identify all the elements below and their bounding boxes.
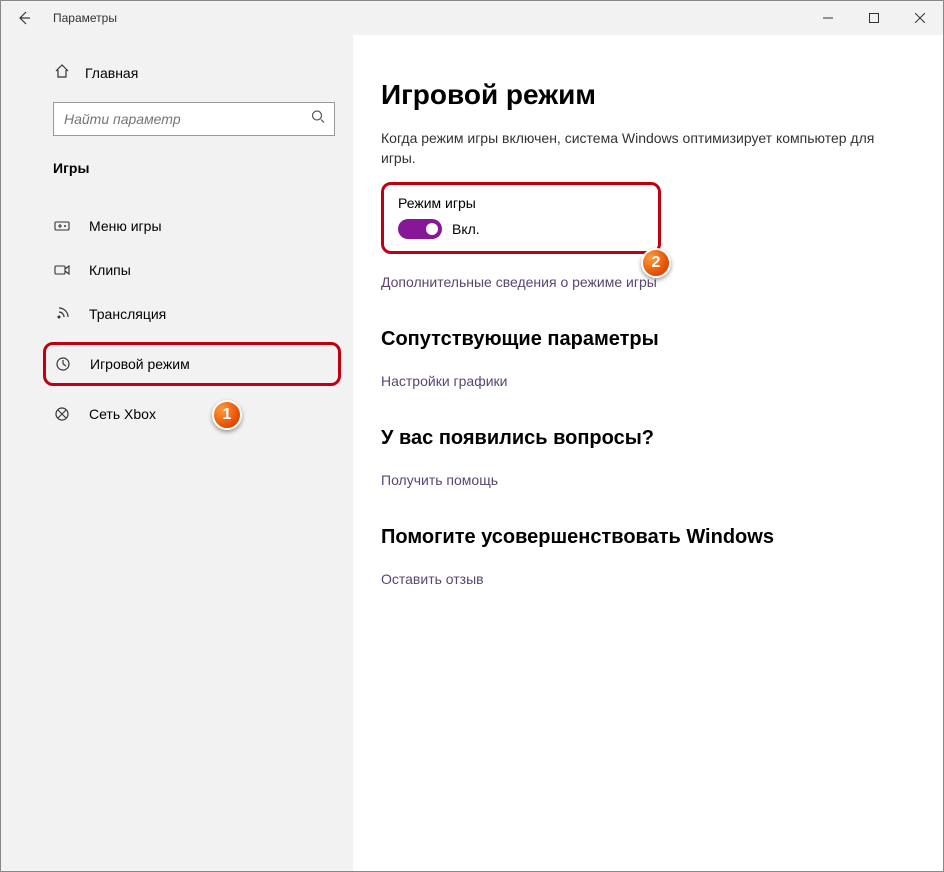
- sidebar-item-label: Трансляция: [89, 306, 166, 322]
- sidebar-item-label: Игровой режим: [90, 356, 190, 372]
- sidebar-item-captures[interactable]: Клипы: [1, 248, 353, 292]
- feedback-link[interactable]: Оставить отзыв: [381, 571, 484, 587]
- get-help-link[interactable]: Получить помощь: [381, 472, 498, 488]
- minimize-button[interactable]: [805, 1, 851, 35]
- sidebar-item-gamemode[interactable]: Игровой режим: [43, 342, 341, 386]
- settings-window: Параметры Главная: [1, 1, 943, 871]
- sidebar-item-gamebar[interactable]: Меню игры: [1, 204, 353, 248]
- questions-heading: У вас появились вопросы?: [381, 427, 913, 450]
- feedback-heading: Помогите усовершенствовать Windows: [381, 526, 913, 549]
- arrow-left-icon: [16, 10, 32, 26]
- graphics-settings-link[interactable]: Настройки графики: [381, 373, 508, 389]
- captures-icon: [53, 261, 71, 279]
- search-wrap: [53, 102, 335, 136]
- page-title: Игровой режим: [381, 79, 913, 111]
- window-title: Параметры: [47, 11, 117, 25]
- sidebar-item-home[interactable]: Главная: [35, 55, 353, 90]
- game-mode-icon: [54, 355, 72, 373]
- home-icon: [53, 63, 71, 82]
- toggle-knob: [426, 223, 438, 235]
- broadcasting-icon: [53, 305, 71, 323]
- sidebar-item-label: Меню игры: [89, 218, 162, 234]
- toggle-row: Вкл.: [398, 219, 644, 239]
- maximize-icon: [869, 13, 879, 23]
- toggle-label: Режим игры: [398, 195, 644, 211]
- close-button[interactable]: [897, 1, 943, 35]
- back-button[interactable]: [1, 1, 47, 35]
- xbox-icon: [53, 405, 71, 423]
- sidebar-item-label: Сеть Xbox: [89, 406, 156, 422]
- maximize-button[interactable]: [851, 1, 897, 35]
- titlebar: Параметры: [1, 1, 943, 35]
- game-mode-toggle[interactable]: [398, 219, 442, 239]
- sidebar: Главная Игры Меню игры: [1, 35, 353, 871]
- search-icon: [311, 110, 325, 129]
- sidebar-item-label: Главная: [85, 65, 138, 81]
- sidebar-item-label: Клипы: [89, 262, 131, 278]
- game-bar-icon: [53, 217, 71, 235]
- related-heading: Сопутствующие параметры: [381, 328, 913, 351]
- learn-more-link[interactable]: Дополнительные сведения о режиме игры: [381, 274, 657, 290]
- search-input[interactable]: [53, 102, 335, 136]
- window-controls: [805, 1, 943, 35]
- sidebar-section-label: Игры: [1, 136, 353, 186]
- sidebar-item-broadcasting[interactable]: Трансляция: [1, 292, 353, 336]
- main-content: Игровой режим Когда режим игры включен, …: [353, 35, 943, 871]
- close-icon: [915, 13, 925, 23]
- nav-list: Меню игры Клипы Трансляция: [1, 204, 353, 436]
- game-mode-toggle-block: Режим игры Вкл.: [381, 182, 661, 254]
- page-description: Когда режим игры включен, система Window…: [381, 129, 901, 168]
- annotation-badge-1: 1: [212, 400, 242, 430]
- annotation-badge-2: 2: [641, 248, 671, 278]
- minimize-icon: [823, 13, 833, 23]
- toggle-state-text: Вкл.: [452, 221, 480, 237]
- body: Главная Игры Меню игры: [1, 35, 943, 871]
- sidebar-item-xbox[interactable]: Сеть Xbox: [1, 392, 353, 436]
